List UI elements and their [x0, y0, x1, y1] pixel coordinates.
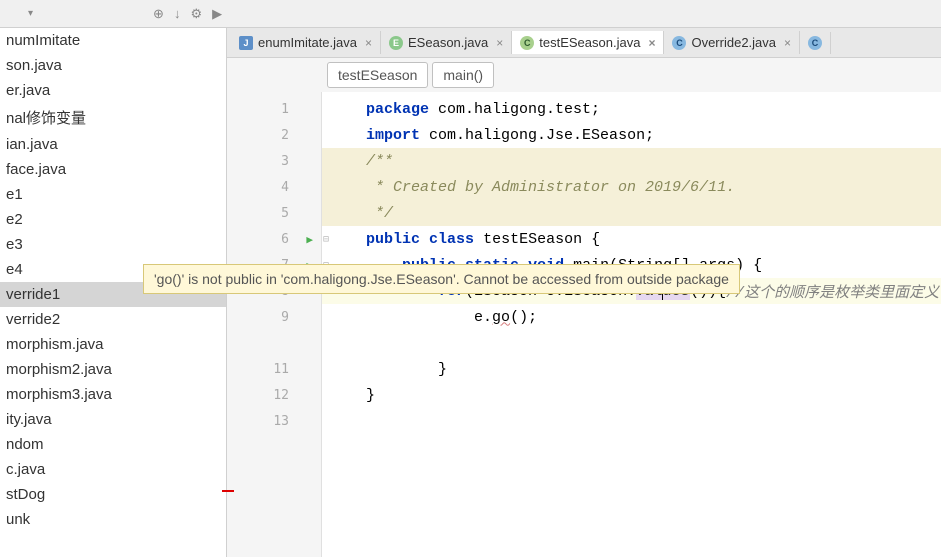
- tab-override2[interactable]: C Override2.java ×: [664, 31, 800, 54]
- code-line: public class testESeason {: [322, 226, 941, 252]
- close-icon[interactable]: ×: [784, 36, 791, 50]
- sidebar-item[interactable]: ity.java: [0, 407, 226, 432]
- sidebar-item[interactable]: ndom: [0, 432, 226, 457]
- close-icon[interactable]: ×: [496, 36, 503, 50]
- code-line: [322, 408, 941, 434]
- tab-label: Override2.java: [691, 35, 776, 50]
- code-line: */: [322, 200, 941, 226]
- dropdown-icon[interactable]: ▾: [28, 8, 33, 19]
- sidebar-item[interactable]: ian.java: [0, 132, 226, 157]
- gutter-line[interactable]: 11: [227, 356, 321, 382]
- collapse-icon[interactable]: ↓: [174, 6, 181, 22]
- target-icon[interactable]: ⊕: [153, 6, 164, 22]
- tab-enumimitate[interactable]: J enumImitate.java ×: [231, 31, 381, 54]
- breadcrumb-method[interactable]: main(): [432, 62, 494, 88]
- gutter-line[interactable]: [227, 330, 321, 356]
- code-line: e.go();: [322, 304, 941, 330]
- hide-icon[interactable]: ▶: [212, 6, 222, 22]
- gutter-line[interactable]: 2: [227, 122, 321, 148]
- editor-tabs: J enumImitate.java × E ESeason.java × C …: [227, 28, 941, 58]
- gear-icon[interactable]: ⚙: [190, 6, 202, 22]
- code-line: package com.haligong.test;: [322, 96, 941, 122]
- gutter-line[interactable]: 5: [227, 200, 321, 226]
- breadcrumb-bar: testESeason main(): [227, 58, 941, 92]
- toolbar-icon-group: ⊕ ↓ ⚙ ▶: [153, 6, 222, 22]
- error-tooltip: 'go()' is not public in 'com.haligong.Js…: [143, 264, 740, 294]
- tab-testeseason[interactable]: C testESeason.java ×: [512, 31, 664, 54]
- line-gutter: 1 2 3⊟ 4 5 6▶⊟ 7▶⊟ 8 9 11 12 13: [227, 92, 322, 557]
- run-icon[interactable]: ▶: [306, 233, 313, 246]
- editor-body: 1 2 3⊟ 4 5 6▶⊟ 7▶⊟ 8 9 11 12 13 package …: [227, 92, 941, 557]
- gutter-line[interactable]: 12: [227, 382, 321, 408]
- tab-partial[interactable]: C: [800, 32, 831, 54]
- class-file-icon: C: [672, 36, 686, 50]
- sidebar-item[interactable]: stDog: [0, 482, 226, 507]
- class-file-icon: C: [520, 36, 534, 50]
- gutter-line[interactable]: 4: [227, 174, 321, 200]
- sidebar-item[interactable]: e2: [0, 207, 226, 232]
- error-marker: [222, 490, 234, 492]
- code-line: import com.haligong.Jse.ESeason;: [322, 122, 941, 148]
- gutter-line[interactable]: 9: [227, 304, 321, 330]
- tab-label: ESeason.java: [408, 35, 488, 50]
- gutter-line[interactable]: 3⊟: [227, 148, 321, 174]
- sidebar-item[interactable]: face.java: [0, 157, 226, 182]
- error-text: go: [492, 309, 510, 326]
- code-line: /**: [322, 148, 941, 174]
- sidebar-item[interactable]: unk: [0, 507, 226, 532]
- sidebar-item[interactable]: son.java: [0, 53, 226, 78]
- sidebar-item[interactable]: c.java: [0, 457, 226, 482]
- breadcrumb-class[interactable]: testESeason: [327, 62, 428, 88]
- sidebar-item[interactable]: morphism2.java: [0, 357, 226, 382]
- gutter-line[interactable]: 13: [227, 408, 321, 434]
- sidebar-item[interactable]: e3: [0, 232, 226, 257]
- code-line: }: [322, 382, 941, 408]
- gutter-line[interactable]: 6▶⊟: [227, 226, 321, 252]
- code-line: }: [322, 356, 941, 382]
- sidebar-item[interactable]: morphism3.java: [0, 382, 226, 407]
- code-line: * Created by Administrator on 2019/6/11.: [322, 174, 941, 200]
- tab-label: testESeason.java: [539, 35, 640, 50]
- close-icon[interactable]: ×: [648, 36, 655, 50]
- gutter-line[interactable]: 1: [227, 96, 321, 122]
- sidebar-item[interactable]: er.java: [0, 78, 226, 103]
- sidebar-item[interactable]: e1: [0, 182, 226, 207]
- enum-file-icon: E: [389, 36, 403, 50]
- tab-label: enumImitate.java: [258, 35, 357, 50]
- java-file-icon: J: [239, 36, 253, 50]
- class-file-icon: C: [808, 36, 822, 50]
- sidebar-item[interactable]: nal修饰变量: [0, 103, 226, 132]
- sidebar-item[interactable]: verride2: [0, 307, 226, 332]
- sidebar-item[interactable]: numImitate: [0, 28, 226, 53]
- code-line: [322, 330, 941, 356]
- tab-eseason[interactable]: E ESeason.java ×: [381, 31, 512, 54]
- top-toolbar: ▾ ⊕ ↓ ⚙ ▶: [0, 0, 941, 28]
- close-icon[interactable]: ×: [365, 36, 372, 50]
- sidebar-item[interactable]: morphism.java: [0, 332, 226, 357]
- code-area[interactable]: package com.haligong.test; import com.ha…: [322, 92, 941, 557]
